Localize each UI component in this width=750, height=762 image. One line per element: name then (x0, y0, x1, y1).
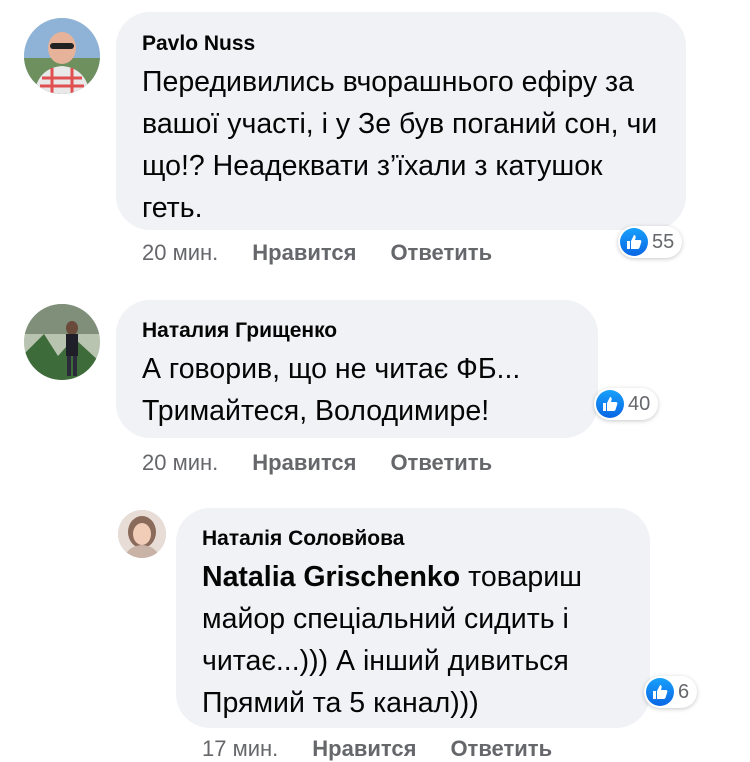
comment-text: А говорив, що не читає ФБ... Тримайтеся,… (142, 353, 521, 427)
comment-text: Natalia Grischenko товариш майор спеціал… (202, 556, 627, 724)
comment-author[interactable]: Pavlo Nuss (142, 31, 660, 57)
mention-link[interactable]: Natalia Grischenko (202, 561, 460, 593)
reaction-count: 55 (652, 230, 675, 253)
reply-button[interactable]: Ответить (390, 240, 492, 266)
like-button[interactable]: Нравится (252, 450, 356, 476)
comment-bubble: Pavlo Nuss Передивились вчорашнього ефір… (116, 12, 686, 230)
reaction-badge[interactable]: 40 (594, 388, 659, 420)
reply-button[interactable]: Ответить (390, 450, 492, 476)
reaction-count: 40 (628, 392, 651, 415)
like-icon (646, 678, 674, 706)
comment-bubble: Наталія Соловйова Natalia Grischenko тов… (176, 508, 650, 728)
like-button[interactable]: Нравится (252, 240, 356, 266)
avatar[interactable] (118, 510, 166, 558)
reaction-badge[interactable]: 55 (618, 226, 683, 258)
comment-author[interactable]: Наталия Грищенко (142, 318, 572, 344)
like-icon (620, 228, 648, 256)
like-icon (596, 390, 624, 418)
comment-bubble: Наталия Грищенко А говорив, що не читає … (116, 300, 598, 438)
reaction-count: 6 (678, 680, 690, 703)
comment-time[interactable]: 20 мин. (142, 240, 218, 266)
avatar[interactable] (24, 304, 100, 380)
comment-author[interactable]: Наталія Соловйова (202, 526, 624, 552)
comment-time[interactable]: 20 мин. (142, 450, 218, 476)
avatar[interactable] (24, 18, 100, 94)
reply-button[interactable]: Ответить (450, 736, 552, 762)
like-button[interactable]: Нравится (312, 736, 416, 762)
reaction-badge[interactable]: 6 (644, 676, 698, 708)
comment-text: Передивились вчорашнього ефіру за вашої … (142, 66, 658, 224)
comment-time[interactable]: 17 мин. (202, 736, 278, 762)
